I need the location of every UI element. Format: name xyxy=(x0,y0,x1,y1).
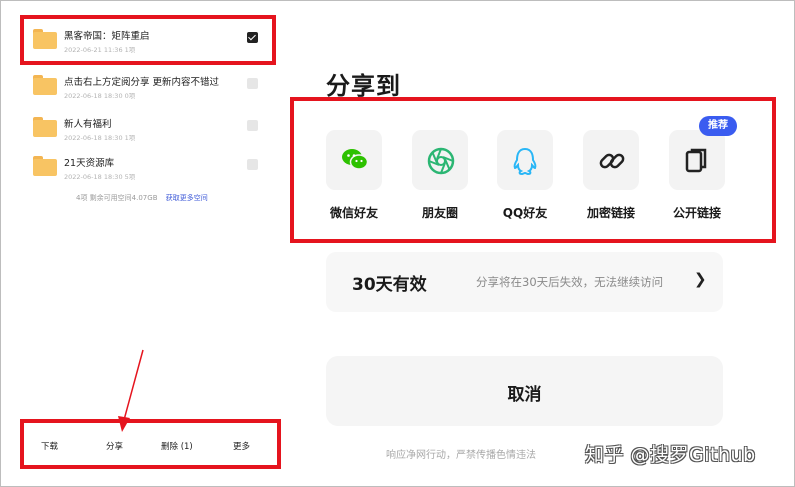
chevron-right-icon: ❯ xyxy=(694,270,707,288)
link-icon xyxy=(583,130,639,190)
share-encrypted-link-button[interactable]: 加密链接 xyxy=(583,130,639,230)
share-public-link-button[interactable]: 公开链接 xyxy=(669,130,725,230)
qq-icon xyxy=(497,130,553,190)
file-item[interactable]: 黑客帝国：矩阵重启 2022-06-21 11:36 1项 xyxy=(1,17,291,63)
file-checkbox[interactable] xyxy=(247,159,258,170)
watermark: 知乎 @搜罗Github xyxy=(585,444,756,466)
share-label: QQ好友 xyxy=(502,206,548,220)
share-moments-button[interactable]: 朋友圈 xyxy=(412,130,468,230)
delete-button[interactable]: 删除 (1) xyxy=(161,440,193,452)
share-label: 加密链接 xyxy=(586,206,635,220)
folder-icon xyxy=(33,29,57,49)
file-meta: 2022-06-21 11:36 1项 xyxy=(64,46,136,54)
file-name: 黑客帝国：矩阵重启 xyxy=(64,31,150,42)
cancel-button[interactable]: 取消 xyxy=(326,356,723,426)
annotation-arrow xyxy=(118,349,144,432)
validity-value: 30天有效 xyxy=(352,275,427,295)
storage-text: 4项 剩余可用空间4.07GB xyxy=(76,194,158,202)
folder-icon xyxy=(33,117,57,137)
moments-icon xyxy=(412,130,468,190)
recommend-badge: 推荐 xyxy=(699,116,737,136)
copy-icon xyxy=(669,130,725,190)
share-button[interactable]: 分享 xyxy=(106,440,123,452)
share-label: 朋友圈 xyxy=(421,206,458,220)
file-checkbox[interactable] xyxy=(247,120,258,131)
file-checkbox[interactable] xyxy=(247,32,258,43)
file-meta: 2022-06-18 18:30 0项 xyxy=(64,92,136,100)
storage-info: 4项 剩余可用空间4.07GB 获取更多空间 xyxy=(76,193,208,203)
get-more-space-link[interactable]: 获取更多空间 xyxy=(166,194,208,202)
share-label: 微信好友 xyxy=(329,206,378,220)
file-name: 新人有福利 xyxy=(64,119,112,130)
file-item[interactable]: 21天资源库 2022-06-18 18:30 5项 xyxy=(1,144,291,190)
more-button[interactable]: 更多 xyxy=(233,440,250,452)
validity-selector[interactable]: 30天有效 分享将在30天后失效，无法继续访问 ❯ xyxy=(326,252,723,312)
file-name: 点击右上方定阅分享 更新内容不错过 xyxy=(64,77,220,88)
file-name: 21天资源库 xyxy=(64,158,115,169)
share-wechat-button[interactable]: 微信好友 xyxy=(326,130,382,230)
file-checkbox[interactable] xyxy=(247,78,258,89)
policy-notice: 响应净网行动，严禁传播色情违法 xyxy=(386,450,536,461)
share-label: 公开链接 xyxy=(672,206,721,220)
folder-icon xyxy=(33,75,57,95)
cancel-label: 取消 xyxy=(507,385,542,405)
validity-description: 分享将在30天后失效，无法继续访问 xyxy=(476,275,664,289)
bottom-action-bar: 下载 分享 删除 (1) 更多 xyxy=(1,431,291,461)
share-qq-button[interactable]: QQ好友 xyxy=(497,130,553,230)
folder-icon xyxy=(33,156,57,176)
download-button[interactable]: 下载 xyxy=(41,440,58,452)
share-sheet-title: 分享到 xyxy=(326,72,401,100)
file-meta: 2022-06-18 18:30 1项 xyxy=(64,134,136,142)
file-meta: 2022-06-18 18:30 5项 xyxy=(64,173,136,181)
file-item[interactable]: 点击右上方定阅分享 更新内容不错过 2022-06-18 18:30 0项 xyxy=(1,63,291,109)
wechat-icon xyxy=(326,130,382,190)
